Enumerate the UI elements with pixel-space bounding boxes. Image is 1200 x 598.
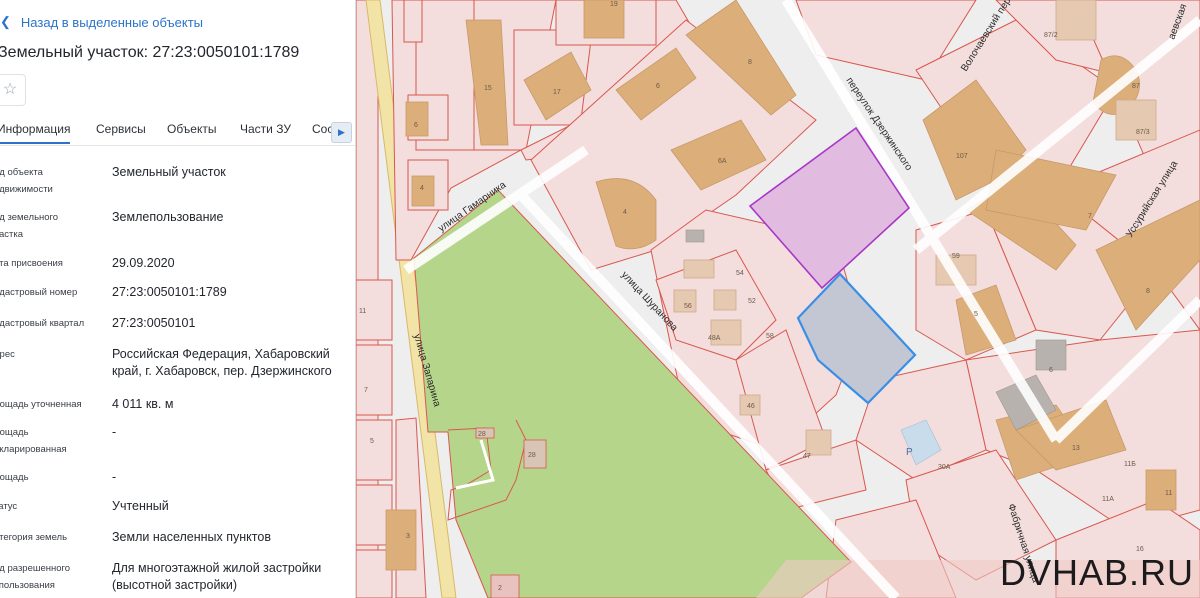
tab-objects[interactable]: Объекты (167, 122, 217, 136)
page-title: Земельный участок: 27:23:0050101:1789 (0, 44, 300, 61)
map-label: 5 (974, 311, 978, 318)
tab-bar: Информация Сервисы Объекты Части ЗУ Сос (0, 116, 355, 146)
map-label: 87/2 (1044, 32, 1058, 39)
triangle-right-icon: ▶ (338, 127, 345, 137)
attr-label: лощадь (0, 472, 29, 483)
attr-value: 27:23:0050101 (112, 316, 196, 330)
map-label: 6 (414, 122, 418, 129)
map-label: 56 (684, 303, 692, 310)
map-label: 3 (406, 533, 410, 540)
attr-value: - (112, 470, 117, 484)
attr-value: Для многоэтажной жилой застройки (высотн… (112, 561, 322, 592)
map-label: Р (906, 447, 913, 458)
map-label: 5 (370, 438, 374, 445)
map-label: 4 (623, 209, 627, 216)
attr-value: 4 011 кв. м (112, 397, 174, 411)
map-label: 2 (498, 585, 502, 592)
attr-value: Российская Федерация, Хабаровский край, … (112, 347, 332, 378)
tab-information[interactable]: Информация (0, 122, 71, 144)
map-label: 17 (553, 89, 561, 96)
attr-value: - (112, 425, 117, 439)
back-link[interactable]: ❮ Назад в выделенные объекты (0, 13, 203, 31)
map-label: 30А (938, 464, 951, 471)
watermark: DVHAB.RU (1000, 552, 1195, 593)
map-label: 4 (420, 185, 424, 192)
map-label: 6 (656, 83, 660, 90)
map-label: 13 (1072, 445, 1080, 452)
back-link-label: Назад в выделенные объекты (20, 14, 204, 30)
attr-value: Земельный участок (112, 165, 226, 179)
attr-label: ата присвоения (0, 258, 63, 269)
tabs-scroll-right-button[interactable]: ▶ (331, 122, 352, 143)
tab-parts[interactable]: Части ЗУ (240, 122, 291, 136)
map-label: 11 (359, 308, 366, 315)
info-panel: ❮ Назад в выделенные объекты Земельный у… (0, 0, 356, 598)
attr-label: дрес (0, 349, 15, 360)
map-label: 8 (1146, 288, 1150, 295)
map-label: 87/3 (1136, 129, 1150, 136)
map-label: 28 (528, 452, 536, 459)
cadastral-map[interactable]: Р улица Запарина улица Гамарника улица Ш… (356, 0, 1200, 598)
map-label: 28 (478, 431, 486, 438)
tab-services[interactable]: Сервисы (96, 122, 146, 136)
map-label: 6А (718, 158, 727, 165)
star-icon: ☆ (2, 81, 18, 98)
map-label: 7 (364, 387, 368, 394)
chevron-left-icon: ❮ (0, 14, 11, 29)
map-label: 107 (956, 153, 968, 160)
attr-label: адастровый квартал (0, 318, 85, 329)
attr-value: 27:23:0050101:1789 (112, 285, 227, 299)
map-label: 59 (952, 253, 960, 260)
map-label: 87 (1132, 83, 1140, 90)
attr-label: татус (0, 501, 18, 512)
map-label: 58 (766, 333, 774, 340)
favorite-button[interactable]: ☆ (0, 74, 26, 106)
attr-label: ид земельного частка (0, 212, 59, 240)
map-label: 48А (708, 335, 721, 342)
attr-value: 29.09.2020 (112, 256, 175, 270)
attr-value: Учтенный (112, 499, 169, 513)
map-label: 6 (1049, 367, 1053, 374)
map-label: 7 (1088, 213, 1092, 220)
map-label: 19 (610, 1, 618, 8)
attr-label: лощадь екларированная (0, 427, 67, 455)
attr-label: ид разрешенного спользования (0, 563, 71, 591)
map-label: 15 (484, 85, 492, 92)
attr-label: адастровый номер (0, 287, 78, 298)
attr-value: Земли населенных пунктов (112, 530, 271, 544)
map-label: 54 (736, 270, 744, 277)
map-label: 46 (747, 403, 755, 410)
attr-label: атегория земель (0, 532, 68, 543)
map-label: 52 (748, 298, 756, 305)
map-canvas[interactable]: Р улица Запарина улица Гамарника улица Ш… (356, 0, 1200, 598)
attr-value: Землепользование (112, 210, 224, 224)
attr-label: ид объекта едвижимости (0, 167, 53, 195)
map-label: 11А (1102, 496, 1114, 503)
map-label: 47 (803, 453, 811, 460)
attr-label: лощадь уточненная (0, 399, 82, 410)
map-label: 8 (748, 59, 752, 66)
map-label: 11 (1165, 490, 1172, 497)
map-label: 11Б (1124, 461, 1136, 468)
